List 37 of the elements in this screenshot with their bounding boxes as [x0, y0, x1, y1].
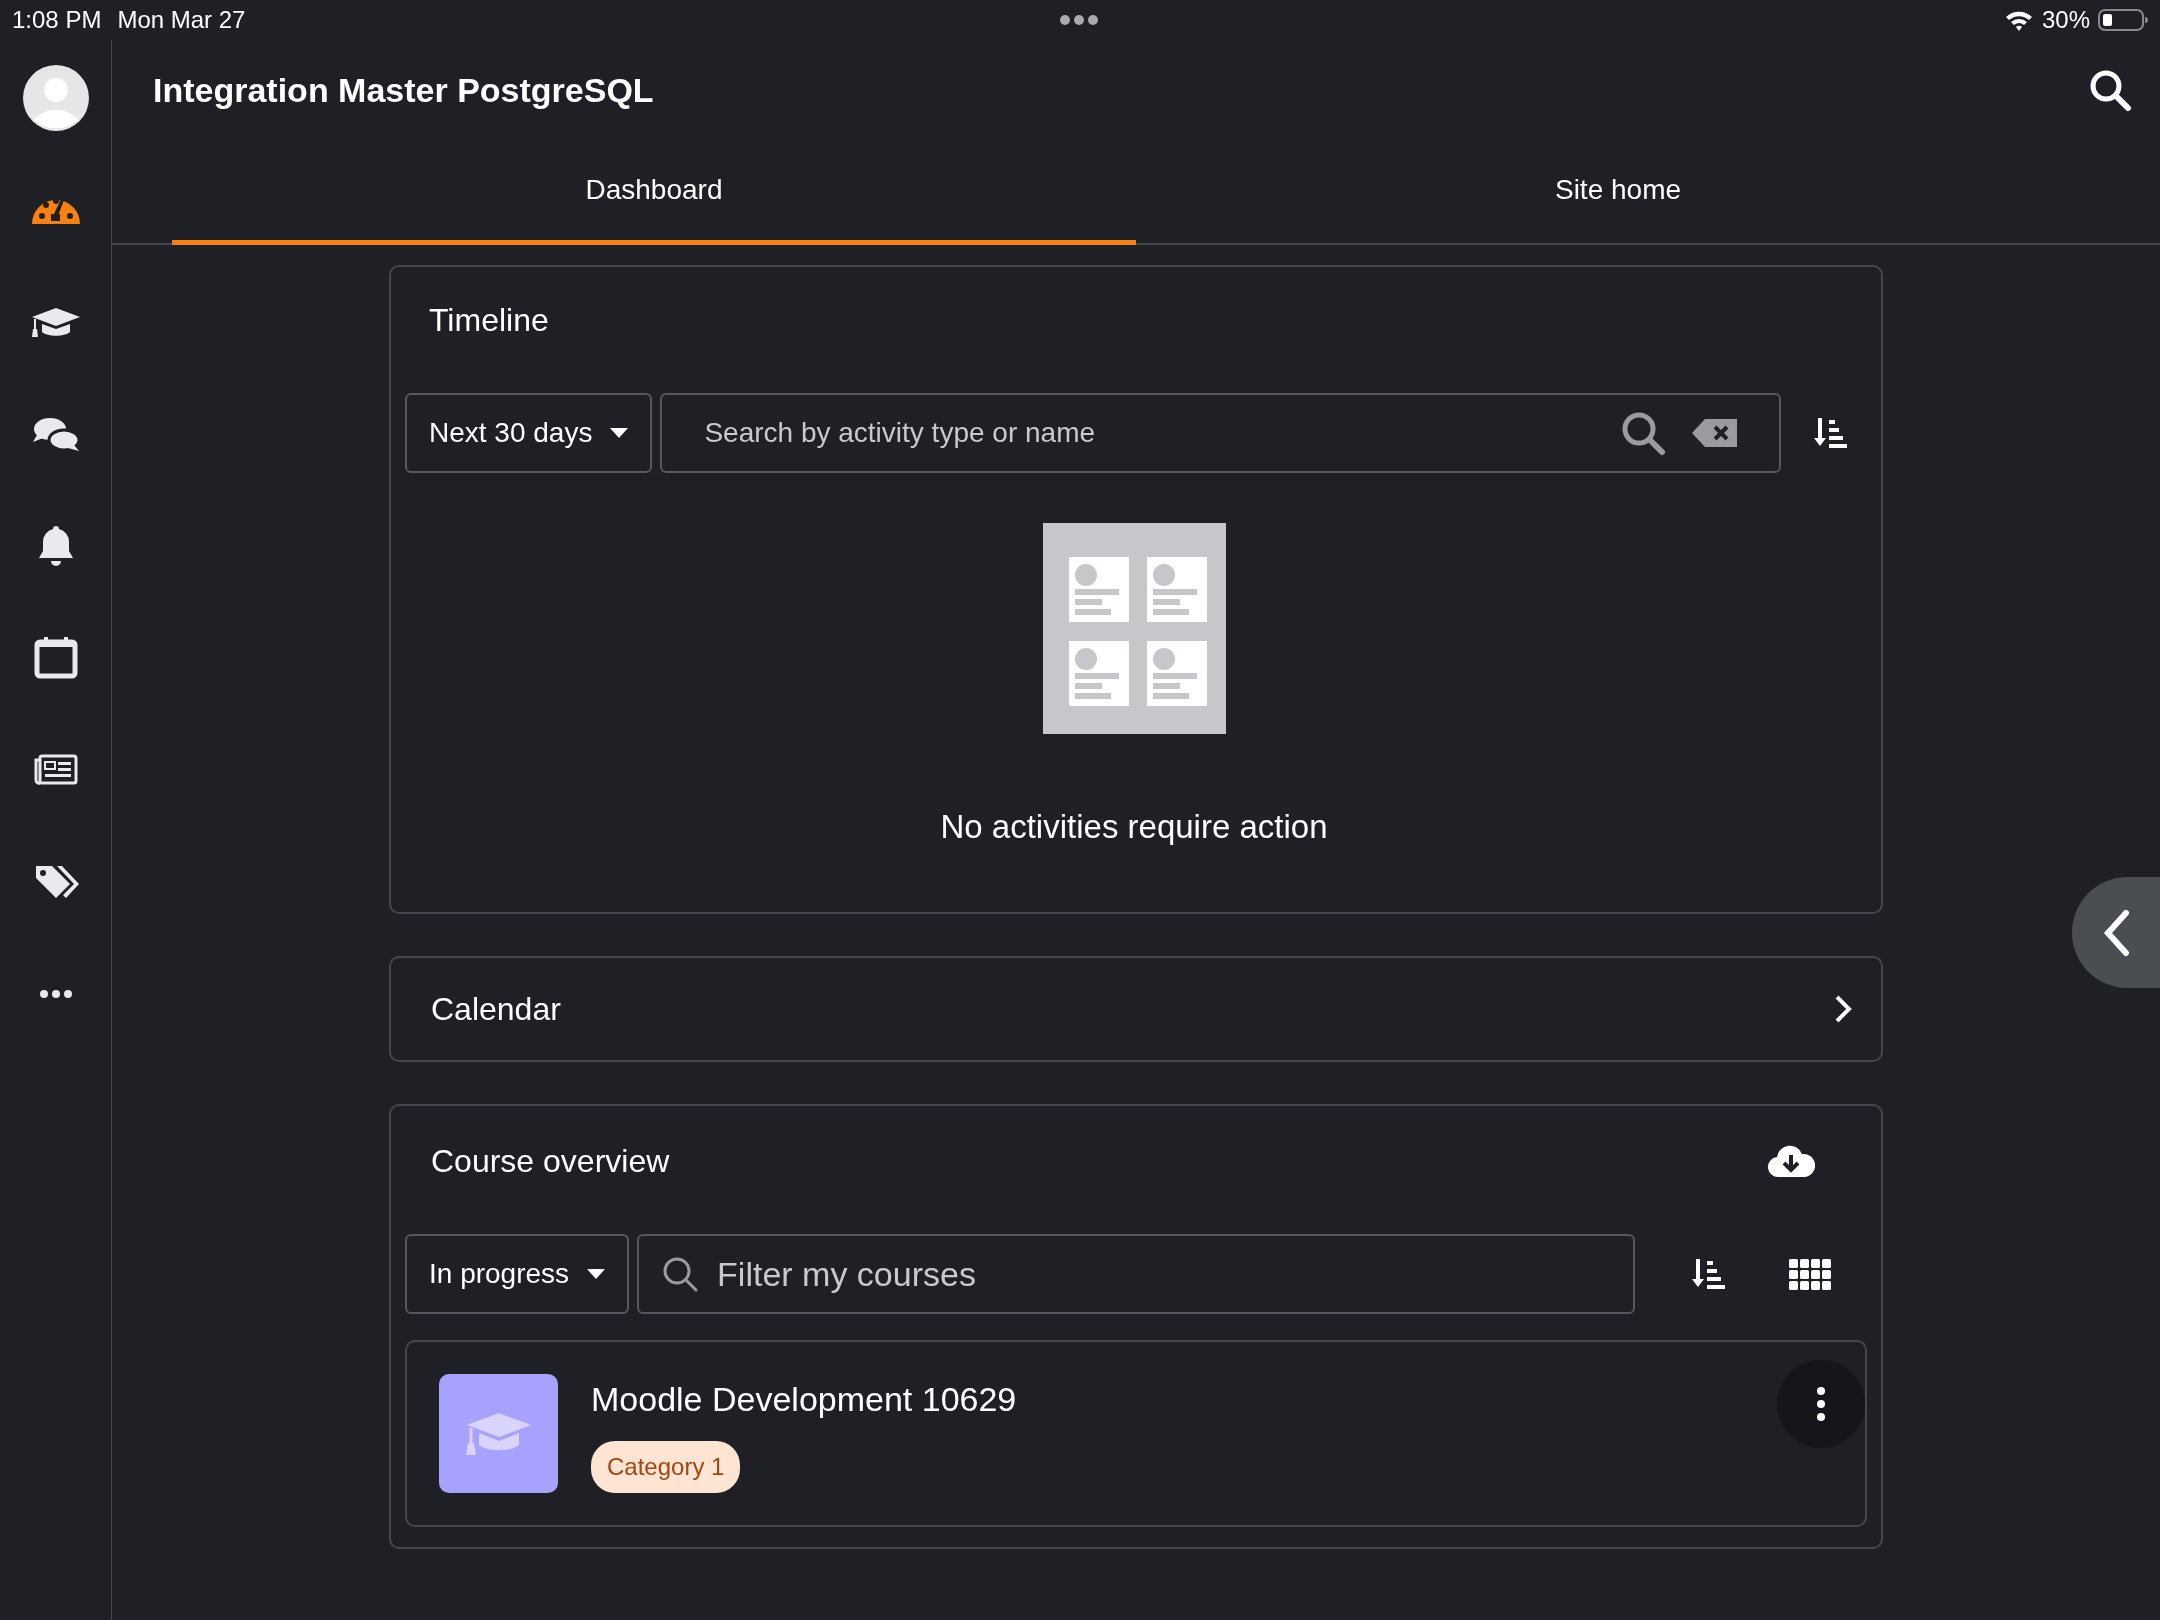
course-name[interactable]: Moodle Development 10629: [591, 1374, 1017, 1426]
drawer-toggle-button[interactable]: [2072, 877, 2160, 988]
battery-icon: [2098, 8, 2148, 32]
download-button[interactable]: [1767, 1143, 1815, 1180]
card-title: Timeline: [429, 301, 550, 340]
nav-tab[interactable]: Site home: [1136, 140, 2100, 245]
search-bar[interactable]: Search by activity type or name: [660, 393, 1781, 474]
multitask-dots-icon: [1059, 14, 1099, 26]
course-card[interactable]: Moodle Development 10629 Category 1: [405, 1340, 1867, 1528]
search-bar[interactable]: Filter my courses: [637, 1234, 1636, 1315]
card-title: Course overview: [431, 1141, 670, 1181]
chevron-left-icon: [2102, 908, 2130, 957]
cloud-download-icon: [1767, 1143, 1815, 1180]
user-avatar[interactable]: [21, 64, 90, 132]
status-time: 1:08 PM: [12, 5, 102, 35]
search-button[interactable]: [2088, 68, 2132, 112]
nav-tab[interactable]: Dashboard: [172, 140, 1136, 245]
sort-button[interactable]: [1813, 416, 1847, 451]
sort-button[interactable]: [1691, 1257, 1726, 1292]
site-title: Integration Master PostgreSQL: [153, 69, 654, 111]
search-icon: [2088, 68, 2132, 112]
category-tag: Category 1: [591, 1441, 741, 1494]
filter-dropdown[interactable]: Next 30 days: [405, 393, 653, 474]
grid-view-button[interactable]: [1789, 1258, 1832, 1290]
kebab-icon: [1816, 1386, 1826, 1423]
search-icon: [661, 1255, 700, 1294]
backspace-icon: [1691, 417, 1739, 450]
search-input[interactable]: Filter my courses: [715, 1247, 1612, 1301]
calendar-card[interactable]: Calendar: [389, 955, 1883, 1062]
battery-percent: 30%: [2041, 5, 2090, 35]
card-title: Calendar: [431, 989, 561, 1029]
grid-icon: [1789, 1258, 1832, 1290]
filter-dropdown[interactable]: In progress: [405, 1234, 630, 1315]
status-date: Mon Mar 27: [117, 5, 246, 35]
clear-button[interactable]: [1691, 417, 1739, 450]
search-input[interactable]: Search by activity type or name: [702, 411, 1619, 456]
empty-message: No activities require action: [940, 807, 1328, 848]
